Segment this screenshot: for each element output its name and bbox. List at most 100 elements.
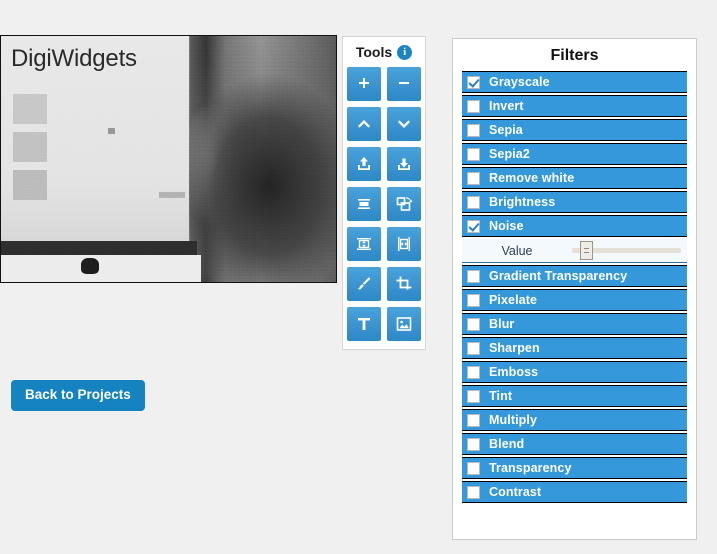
- filter-row[interactable]: Multiply: [462, 409, 687, 431]
- filter-checkbox[interactable]: [467, 147, 480, 161]
- flip-horizontal-icon: [395, 235, 413, 253]
- flip-horizontal-button[interactable]: [387, 227, 421, 261]
- monitor-small-bar: [159, 192, 185, 198]
- filter-row[interactable]: Remove white: [462, 167, 687, 189]
- text-tool-button[interactable]: [347, 307, 381, 341]
- filter-checkbox[interactable]: [467, 485, 480, 499]
- filter-checkbox[interactable]: [467, 293, 480, 307]
- filter-checkbox[interactable]: [467, 413, 480, 427]
- slider-track[interactable]: [572, 241, 681, 260]
- filter-row[interactable]: Noise: [462, 215, 687, 237]
- flip-vertical-icon: [355, 235, 373, 253]
- brush-tool-button[interactable]: [347, 267, 381, 301]
- filter-label: Gradient Transparency: [489, 269, 628, 283]
- move-up-button[interactable]: [347, 107, 381, 141]
- filter-label: Remove white: [489, 171, 575, 185]
- upload-image-button[interactable]: [347, 147, 381, 181]
- info-icon[interactable]: i: [397, 44, 413, 60]
- back-to-projects-button[interactable]: Back to Projects: [11, 380, 145, 411]
- filter-label: Transparency: [489, 461, 572, 475]
- filter-checkbox[interactable]: [467, 341, 480, 355]
- filter-label: Multiply: [489, 413, 538, 427]
- monitor-base: [1, 241, 197, 255]
- rotate-icon: [395, 195, 413, 213]
- filter-row[interactable]: Pixelate: [462, 289, 687, 311]
- filters-panel: Filters Grayscale Invert Sepia Sepia2 Remove…: [452, 38, 697, 540]
- move-down-button[interactable]: [387, 107, 421, 141]
- filter-checkbox[interactable]: [467, 75, 480, 89]
- zoom-out-button[interactable]: [387, 67, 421, 101]
- filter-row[interactable]: Contrast: [462, 481, 687, 503]
- filter-checkbox[interactable]: [467, 269, 480, 283]
- filter-checkbox[interactable]: [467, 389, 480, 403]
- insert-image-button[interactable]: [387, 307, 421, 341]
- resize-canvas-button[interactable]: [347, 187, 381, 221]
- picture-icon: [395, 315, 413, 333]
- desk-surface: [1, 255, 201, 282]
- filter-label: Emboss: [489, 365, 539, 379]
- filter-row[interactable]: Sepia2: [462, 143, 687, 165]
- filter-row[interactable]: Emboss: [462, 361, 687, 383]
- filter-label: Sharpen: [489, 341, 540, 355]
- resize-icon: [355, 195, 373, 213]
- filter-checkbox[interactable]: [467, 365, 480, 379]
- filter-label: Grayscale: [489, 75, 550, 89]
- filter-label: Invert: [489, 99, 524, 113]
- filter-checkbox[interactable]: [467, 461, 480, 475]
- filter-label: Pixelate: [489, 293, 538, 307]
- filter-label: Blend: [489, 437, 525, 451]
- tools-grid: [343, 67, 425, 341]
- download-image-button[interactable]: [387, 147, 421, 181]
- filter-row[interactable]: Invert: [462, 95, 687, 117]
- slider-label: Value: [501, 243, 533, 258]
- text-t-icon: [355, 315, 373, 333]
- flip-vertical-button[interactable]: [347, 227, 381, 261]
- filter-row[interactable]: Blur: [462, 313, 687, 335]
- filter-label: Contrast: [489, 485, 542, 499]
- image-canvas[interactable]: DigiWidgets: [0, 35, 337, 283]
- chevron-up-icon: [355, 115, 373, 133]
- tools-title: Tools: [355, 44, 393, 60]
- filter-label: Sepia: [489, 123, 523, 137]
- filter-row[interactable]: Grayscale: [462, 71, 687, 93]
- filter-label: Blur: [489, 317, 515, 331]
- filter-row[interactable]: Brightness: [462, 191, 687, 213]
- chevron-down-icon: [395, 115, 413, 133]
- filter-checkbox[interactable]: [467, 99, 480, 113]
- filters-list: Grayscale Invert Sepia Sepia2 Remove white Br…: [462, 71, 687, 503]
- photo-background: DigiWidgets: [1, 36, 336, 282]
- paintbrush-icon: [355, 275, 373, 293]
- filter-label: Tint: [489, 389, 513, 403]
- filter-row[interactable]: Sepia: [462, 119, 687, 141]
- filter-checkbox[interactable]: [467, 219, 480, 233]
- filter-row[interactable]: Tint: [462, 385, 687, 407]
- upload-icon: [355, 155, 373, 173]
- crop-tool-button[interactable]: [387, 267, 421, 301]
- filters-title: Filters: [550, 47, 599, 64]
- filter-checkbox[interactable]: [467, 171, 480, 185]
- filter-checkbox[interactable]: [467, 437, 480, 451]
- filter-label: Noise: [489, 219, 524, 233]
- filter-checkbox[interactable]: [467, 195, 480, 209]
- plus-icon: [355, 75, 373, 93]
- rotate-image-button[interactable]: [387, 187, 421, 221]
- filter-checkbox[interactable]: [467, 317, 480, 331]
- download-icon: [395, 155, 413, 173]
- monitor-thumbnail-strip: [13, 94, 47, 206]
- filter-label: Sepia2: [489, 147, 530, 161]
- slider-handle[interactable]: [580, 241, 594, 260]
- filter-value-slider-row: Value: [462, 239, 687, 263]
- desk-object: [81, 258, 99, 274]
- crop-icon: [395, 275, 413, 293]
- monitor-small-mark: [108, 128, 115, 134]
- minus-icon: [395, 75, 413, 93]
- filter-row[interactable]: Blend: [462, 433, 687, 455]
- tools-header: Tools i: [343, 41, 425, 63]
- filter-checkbox[interactable]: [467, 123, 480, 137]
- filter-row[interactable]: Sharpen: [462, 337, 687, 359]
- filter-row[interactable]: Gradient Transparency: [462, 265, 687, 287]
- filter-label: Brightness: [489, 195, 556, 209]
- canvas-image-title: DigiWidgets: [11, 45, 137, 72]
- zoom-in-button[interactable]: [347, 67, 381, 101]
- filter-row[interactable]: Transparency: [462, 457, 687, 479]
